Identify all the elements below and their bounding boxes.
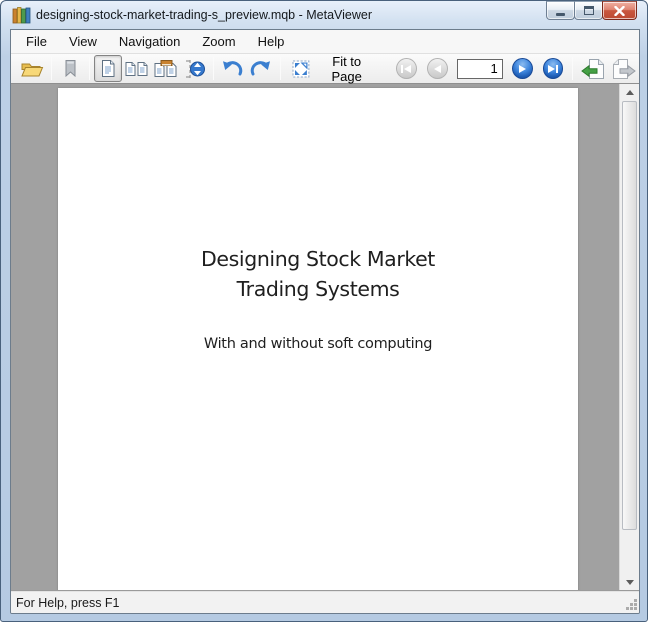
minimize-button[interactable] — [546, 1, 575, 20]
rotate-left-icon — [221, 60, 243, 78]
scrollbar-thumb[interactable] — [622, 101, 637, 530]
first-page-icon — [401, 65, 403, 73]
rotate-right-icon — [250, 60, 272, 78]
toolbar-separator — [280, 57, 281, 80]
fit-to-page-icon — [291, 59, 311, 79]
window-title: designing-stock-market-trading-s_preview… — [36, 8, 372, 22]
status-text: For Help, press F1 — [16, 596, 120, 610]
go-forward-button[interactable] — [608, 55, 639, 82]
toolbar: Fit to Page — [11, 53, 639, 84]
titlebar[interactable]: designing-stock-market-trading-s_preview… — [1, 1, 647, 29]
document-title-line1: Designing Stock Market — [58, 244, 578, 274]
book-view-icon — [154, 60, 177, 78]
bookmarks-button[interactable] — [56, 55, 85, 82]
next-page-button[interactable] — [512, 58, 533, 79]
metaviewer-window: designing-stock-market-trading-s_preview… — [0, 0, 648, 622]
scroll-down-button[interactable] — [620, 574, 639, 590]
close-button[interactable] — [602, 1, 637, 20]
previous-page-button[interactable] — [427, 58, 448, 79]
menu-navigation[interactable]: Navigation — [110, 30, 189, 53]
fit-to-page-label: Fit to Page — [315, 54, 377, 84]
toolbar-separator — [572, 57, 573, 80]
go-forward-icon — [612, 59, 636, 79]
resize-grip[interactable] — [634, 607, 637, 610]
toolbar-separator — [51, 57, 52, 80]
go-back-button[interactable] — [577, 55, 608, 82]
open-file-icon — [20, 60, 44, 78]
document-title-line2: Trading Systems — [58, 274, 578, 304]
toolbar-separator — [89, 57, 90, 80]
document-page: Designing Stock Market Trading Systems W… — [58, 88, 578, 591]
single-page-icon — [101, 60, 115, 77]
next-page-icon — [519, 65, 526, 73]
minimize-icon — [556, 13, 565, 16]
menubar: File View Navigation Zoom Help — [11, 30, 639, 53]
continuous-view-button[interactable] — [180, 55, 209, 82]
document-subtitle: With and without soft computing — [58, 336, 578, 352]
first-page-button[interactable] — [396, 58, 417, 79]
single-page-view-button[interactable] — [94, 55, 123, 82]
toolbar-separator — [213, 57, 214, 80]
scroll-down-icon — [626, 580, 634, 585]
vertical-scrollbar[interactable] — [619, 84, 639, 590]
rotate-right-button[interactable] — [247, 55, 276, 82]
document-title: Designing Stock Market Trading Systems — [58, 244, 578, 304]
maximize-icon — [584, 6, 594, 15]
facing-pages-icon — [125, 61, 148, 77]
scroll-up-icon — [626, 90, 634, 95]
open-file-button[interactable] — [18, 55, 47, 82]
statusbar: For Help, press F1 — [11, 591, 639, 613]
last-page-button[interactable] — [543, 58, 564, 79]
menu-file[interactable]: File — [17, 30, 56, 53]
page-number-input[interactable] — [457, 59, 503, 79]
close-icon — [614, 6, 625, 16]
client-area: File View Navigation Zoom Help — [10, 29, 640, 614]
previous-page-icon — [434, 65, 441, 73]
app-icon — [12, 6, 31, 24]
continuous-view-icon — [184, 59, 206, 79]
rotate-left-button[interactable] — [218, 55, 247, 82]
menu-help[interactable]: Help — [249, 30, 294, 53]
last-page-icon — [548, 65, 555, 73]
menu-zoom[interactable]: Zoom — [193, 30, 244, 53]
maximize-button[interactable] — [574, 1, 603, 20]
facing-pages-view-button[interactable] — [122, 55, 151, 82]
document-viewport[interactable]: Designing Stock Market Trading Systems W… — [11, 84, 639, 591]
book-view-button[interactable] — [151, 55, 180, 82]
bookmarks-icon — [64, 60, 77, 77]
fit-to-page-button[interactable]: Fit to Page — [285, 55, 384, 82]
menu-view[interactable]: View — [60, 30, 106, 53]
go-back-icon — [581, 59, 605, 79]
window-controls — [547, 1, 637, 20]
scroll-up-button[interactable] — [620, 84, 639, 100]
